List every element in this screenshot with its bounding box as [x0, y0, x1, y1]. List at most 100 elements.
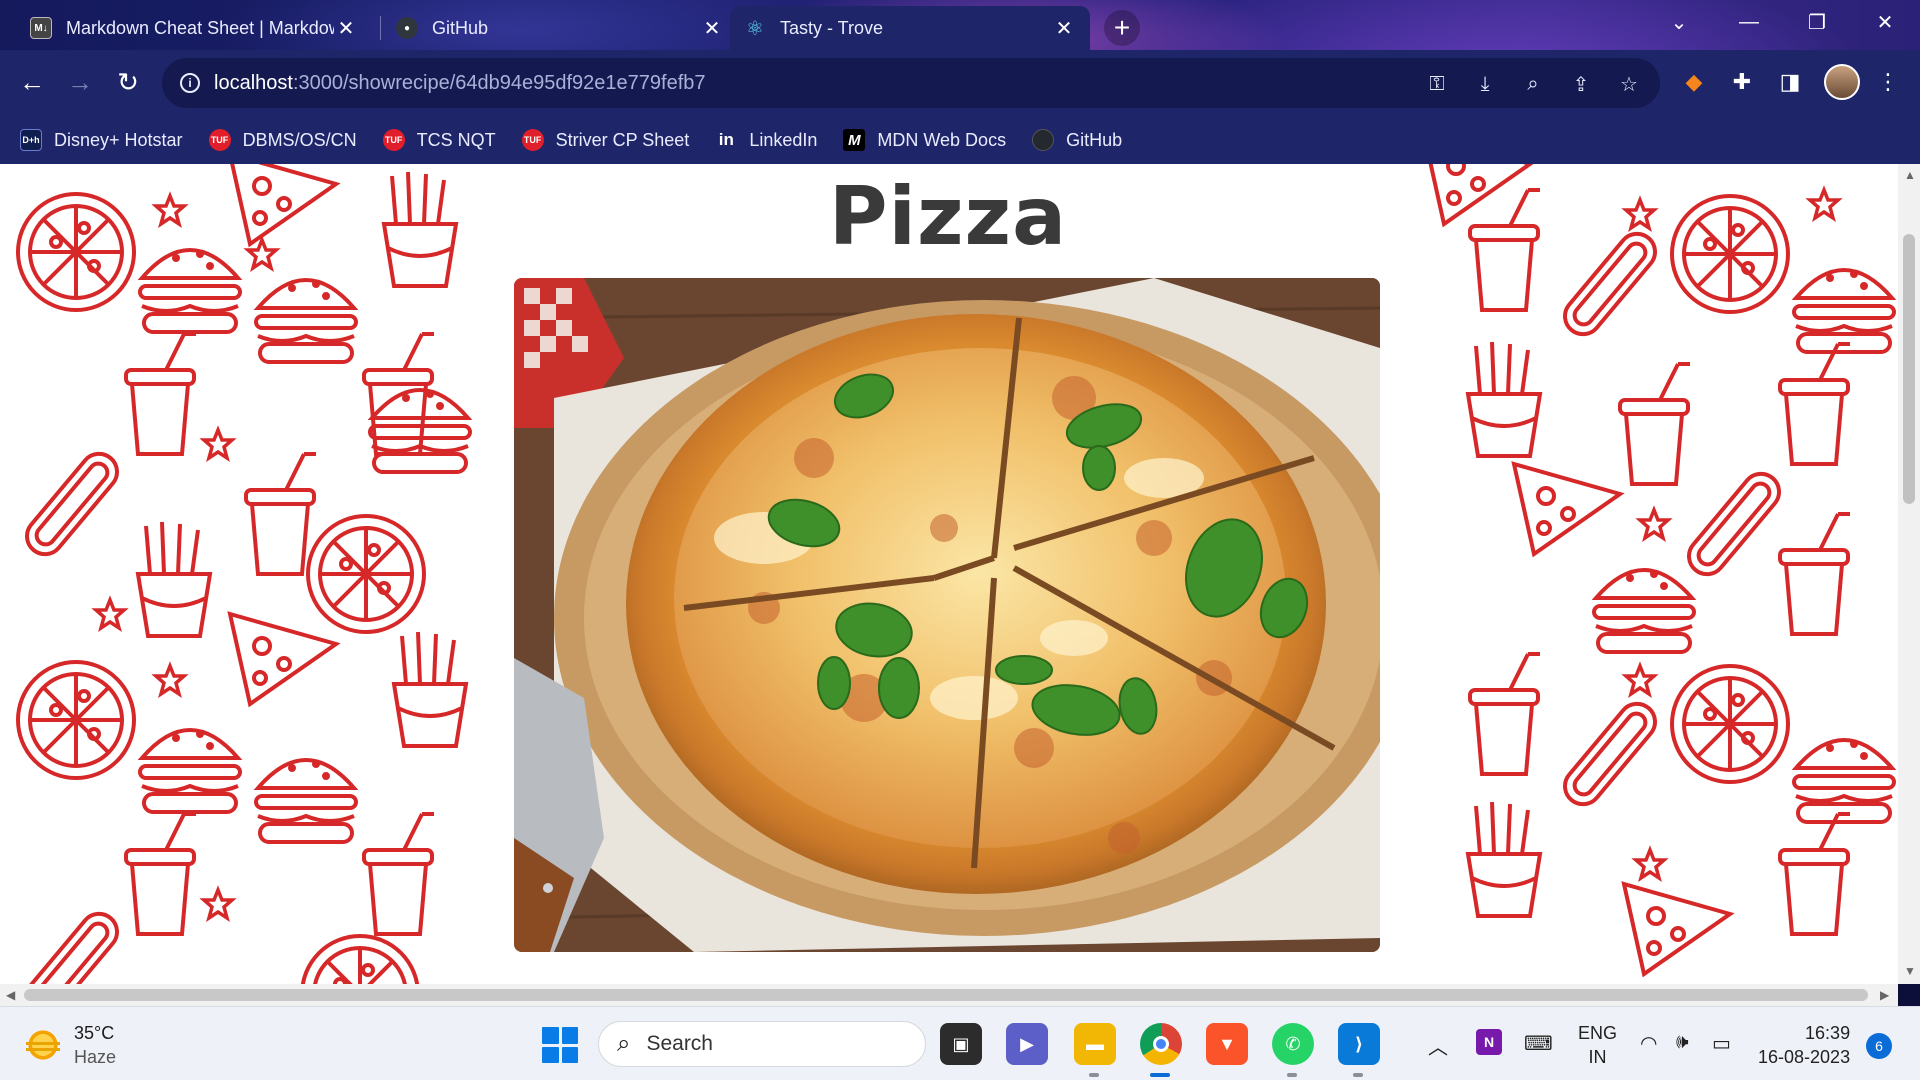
site-info-icon[interactable]: i	[180, 73, 200, 93]
bookmark-github[interactable]: GitHub	[1032, 129, 1122, 151]
close-icon[interactable]: ✕	[334, 16, 358, 40]
url-host: localhost	[214, 71, 293, 94]
drink-cup-doodle-icon	[362, 812, 436, 936]
share-icon[interactable]: ⇪	[1568, 71, 1594, 97]
weather-condition: Haze	[74, 1047, 117, 1067]
battery-icon[interactable]: ▭	[1712, 1031, 1731, 1056]
clock-time: 16:39	[1805, 1023, 1851, 1043]
search-placeholder: Search	[646, 1032, 713, 1055]
running-indicator	[1353, 1073, 1363, 1077]
tab-tasty-trove[interactable]: ⚛ Tasty - Trove ✕	[730, 6, 1090, 50]
teams-chat-icon[interactable]: ▶	[1006, 1023, 1048, 1065]
bookmark-dbms-os-cn[interactable]: TUF DBMS/OS/CN	[208, 129, 357, 151]
github-icon: ●	[396, 17, 418, 39]
burger-doodle-icon	[138, 728, 242, 814]
task-view-icon[interactable]: ▣	[940, 1023, 982, 1065]
chrome-icon[interactable]	[1140, 1023, 1182, 1065]
burger-doodle-icon	[254, 758, 358, 844]
search-icon: ⌕	[617, 1030, 631, 1057]
whatsapp-icon[interactable]: ✆	[1272, 1023, 1314, 1065]
fries-doodle-icon	[392, 630, 468, 748]
weather-widget[interactable]: 35°C Haze	[26, 1021, 116, 1069]
vertical-scrollbar[interactable]: ▲ ▼	[1898, 164, 1920, 984]
fries-doodle-icon	[136, 520, 212, 638]
vscode-icon[interactable]: ⟩	[1338, 1023, 1380, 1065]
haze-weather-icon	[26, 1028, 60, 1062]
extensions-icon[interactable]: ✚	[1722, 62, 1762, 102]
profile-avatar[interactable]	[1824, 64, 1860, 100]
close-icon[interactable]: ✕	[1052, 16, 1076, 40]
vertical-scroll-thumb[interactable]	[1903, 234, 1915, 504]
reload-button[interactable]: ↻	[108, 62, 148, 102]
horizontal-scrollbar[interactable]: ◀ ▶	[0, 984, 1898, 1006]
notification-badge[interactable]: 6	[1866, 1033, 1892, 1059]
close-window-button[interactable]: ✕	[1850, 0, 1920, 44]
burger-doodle-icon	[1792, 738, 1896, 824]
install-app-icon[interactable]: ⤓	[1472, 71, 1498, 97]
bookmark-disney-hotstar[interactable]: D+h Disney+ Hotstar	[20, 129, 183, 151]
weather-text: 35°C Haze	[74, 1021, 116, 1069]
address-bar[interactable]: i localhost:3000/showrecipe/64db94e95df9…	[162, 58, 1660, 108]
fries-doodle-icon	[382, 170, 458, 288]
hotdog-doodle-icon	[1555, 224, 1665, 344]
clock-date: 16-08-2023	[1758, 1047, 1851, 1067]
more-menu-icon[interactable]: ⋮	[1868, 62, 1908, 102]
pizza-doodle-icon	[1670, 194, 1790, 314]
page-viewport: Pizza	[0, 164, 1898, 984]
scroll-left-arrow-icon[interactable]: ◀	[6, 988, 15, 1002]
food-pattern-background-left	[0, 164, 482, 984]
close-icon[interactable]: ✕	[700, 16, 724, 40]
scroll-down-arrow-icon[interactable]: ▼	[1904, 964, 1916, 978]
zoom-icon[interactable]: ⌕	[1520, 71, 1546, 97]
tab-title: GitHub	[432, 17, 489, 38]
recipe-content: Pizza	[482, 164, 1414, 984]
tab-divider	[380, 16, 381, 40]
react-icon: ⚛	[746, 17, 764, 40]
horizontal-scroll-thumb[interactable]	[24, 989, 1868, 1001]
new-tab-button[interactable]: +	[1104, 10, 1140, 46]
tab-search-icon[interactable]: ⌄	[1644, 0, 1714, 44]
system-clock[interactable]: 16:39 16-08-2023	[1758, 1021, 1850, 1069]
bookmark-star-icon[interactable]: ☆	[1616, 71, 1642, 97]
bookmarks-bar: D+h Disney+ Hotstar TUF DBMS/OS/CN TUF T…	[0, 116, 1920, 164]
bookmark-mdn[interactable]: M MDN Web Docs	[843, 129, 1006, 151]
star-doodle-icon	[1624, 664, 1656, 696]
bookmark-label: Striver CP Sheet	[555, 129, 690, 150]
browser-chrome: M↓ Markdown Cheat Sheet | Markdown Guide…	[0, 0, 1920, 164]
scroll-right-arrow-icon[interactable]: ▶	[1880, 988, 1889, 1002]
brave-icon[interactable]: ▼	[1206, 1023, 1248, 1065]
fries-doodle-icon	[1466, 340, 1542, 458]
show-hidden-icons-chevron-icon[interactable]: ︿	[1428, 1031, 1448, 1060]
side-panel-icon[interactable]: ◨	[1770, 62, 1810, 102]
recipe-image	[514, 278, 1380, 952]
taskbar-search[interactable]: ⌕ Search	[598, 1021, 926, 1067]
minimize-button[interactable]: —	[1714, 0, 1784, 44]
pizza-slice-doodle-icon	[228, 612, 338, 706]
scroll-up-arrow-icon[interactable]: ▲	[1904, 168, 1916, 182]
onenote-icon[interactable]: N	[1476, 1029, 1502, 1055]
keyboard-icon[interactable]: ⌨	[1524, 1031, 1553, 1056]
wifi-icon[interactable]: ◠	[1640, 1031, 1657, 1056]
tab-markdown[interactable]: M↓ Markdown Cheat Sheet | Markdown Guide…	[16, 6, 372, 50]
language-indicator[interactable]: ENG IN	[1578, 1021, 1617, 1069]
running-indicator	[1287, 1073, 1297, 1077]
file-explorer-icon[interactable]: ▬	[1074, 1023, 1116, 1065]
bookmark-label: Disney+ Hotstar	[54, 129, 183, 150]
metamask-icon[interactable]: ◆	[1674, 62, 1714, 102]
hotdog-doodle-icon	[1555, 694, 1665, 814]
burger-doodle-icon	[254, 278, 358, 364]
volume-icon[interactable]: 🕪	[1676, 1031, 1689, 1054]
bookmark-linkedin[interactable]: in LinkedIn	[715, 129, 818, 151]
bookmark-striver-cp-sheet[interactable]: TUF Striver CP Sheet	[521, 129, 690, 151]
burger-doodle-icon	[138, 248, 242, 334]
pizza-slice-doodle-icon	[1622, 882, 1732, 976]
bookmark-tcs-nqt[interactable]: TUF TCS NQT	[382, 129, 496, 151]
restore-button[interactable]: ❐	[1782, 0, 1852, 44]
windows-start-icon[interactable]	[542, 1027, 578, 1063]
tab-github[interactable]: ● GitHub ✕	[382, 6, 738, 50]
github-icon	[1032, 129, 1055, 151]
pizza-doodle-icon	[16, 192, 136, 312]
password-key-icon[interactable]: ⚿	[1424, 71, 1450, 97]
back-button[interactable]: ←	[12, 62, 52, 102]
forward-button[interactable]: →	[60, 62, 100, 102]
